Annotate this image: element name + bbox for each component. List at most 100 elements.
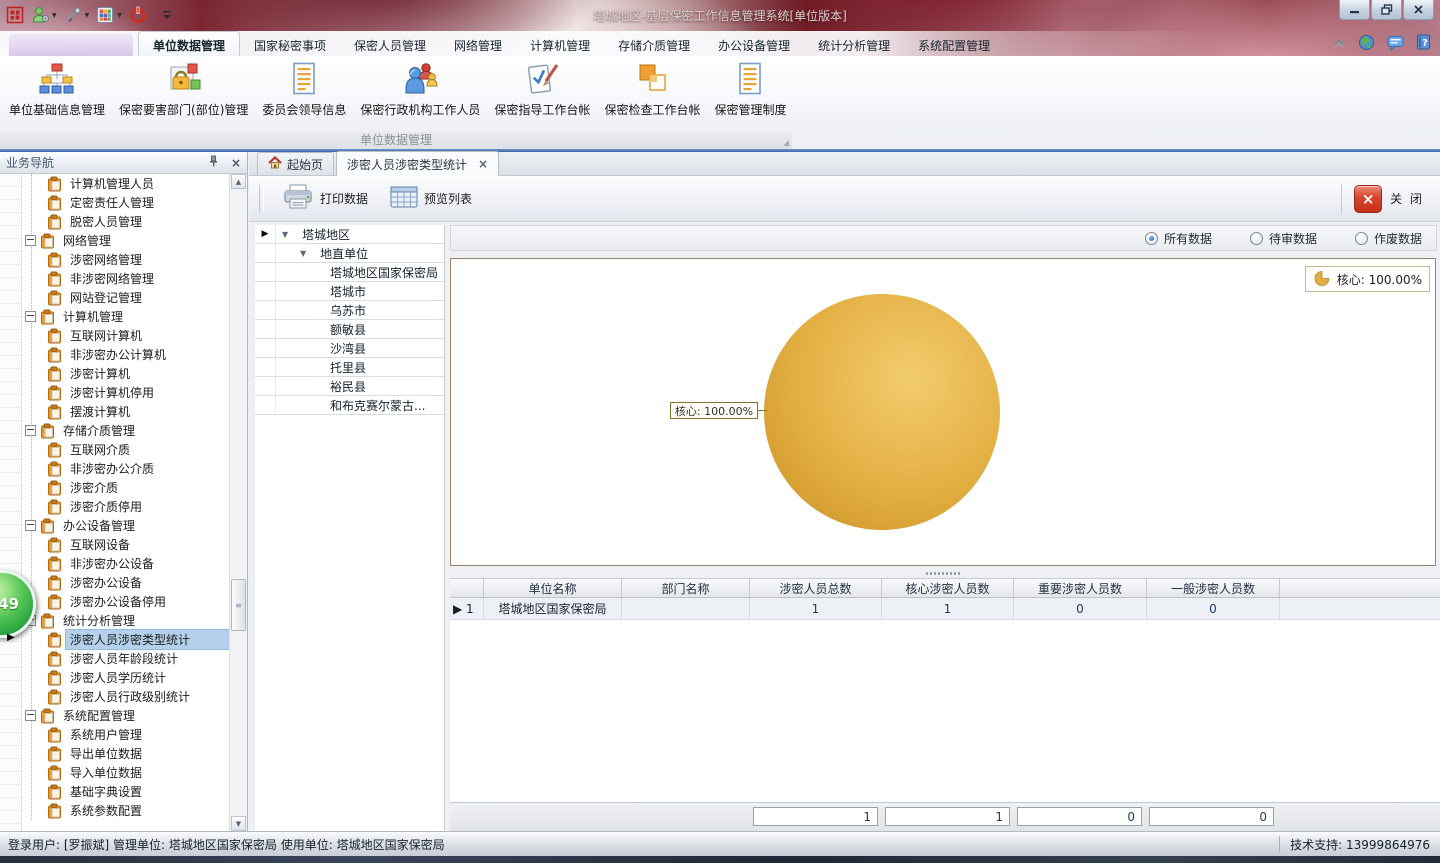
ribbon-tab[interactable]: 系统配置管理: [904, 31, 1004, 56]
ribbon-tab[interactable]: 网络管理: [440, 31, 516, 56]
ribbon-tab[interactable]: 单位数据管理: [138, 31, 240, 56]
nav-tree-item[interactable]: 导出单位数据: [22, 744, 230, 763]
collapse-icon[interactable]: [25, 235, 36, 246]
qat-overflow-icon[interactable]: [160, 9, 174, 21]
close-tab-label[interactable]: 关 闭: [1390, 190, 1424, 207]
scroll-down-icon[interactable]: ▼: [231, 816, 246, 831]
org-tree-row[interactable]: 沙湾县: [255, 339, 444, 358]
collapse-icon[interactable]: [25, 710, 36, 721]
nav-tree-item[interactable]: 涉密计算机: [22, 364, 230, 383]
close-panel-icon[interactable]: ×: [231, 156, 241, 170]
ribbon-button[interactable]: 保密管理制度: [707, 57, 793, 130]
org-tree-row[interactable]: 额敏县: [255, 320, 444, 339]
nav-tree-item[interactable]: 系统用户管理: [22, 725, 230, 744]
org-tree-row[interactable]: 乌苏市: [255, 301, 444, 320]
ribbon-tab[interactable]: 统计分析管理: [804, 31, 904, 56]
filter-radio-selected[interactable]: 所有数据: [1145, 230, 1212, 247]
scroll-up-icon[interactable]: ▲: [231, 174, 246, 189]
nav-tree-item[interactable]: 脱密人员管理: [22, 212, 230, 231]
grid-header-cell[interactable]: 单位名称: [484, 579, 622, 597]
ribbon-button[interactable]: 保密行政机构工作人员: [353, 57, 487, 130]
nav-tree-item[interactable]: 摆渡计算机: [22, 402, 230, 421]
nav-tree-item[interactable]: 存储介质管理: [22, 421, 230, 440]
grid-cell[interactable]: 塔城地区国家保密局: [484, 598, 622, 619]
grid-header-cell[interactable]: 涉密人员总数: [750, 579, 882, 597]
ribbon-tab[interactable]: 保密人员管理: [340, 31, 440, 56]
nav-tree-item[interactable]: 涉密网络管理: [22, 250, 230, 269]
application-menu-button[interactable]: [8, 33, 134, 57]
minimize-button[interactable]: [1339, 0, 1370, 20]
document-tab[interactable]: 起始页: [257, 152, 334, 175]
nav-tree-item[interactable]: 网站登记管理: [22, 288, 230, 307]
preview-list-button[interactable]: 预览列表: [382, 181, 480, 216]
nav-tree-item[interactable]: 办公设备管理: [22, 516, 230, 535]
org-tree-row[interactable]: 塔城地区国家保密局: [255, 263, 444, 282]
nav-tree-item[interactable]: 涉密人员学历统计: [22, 668, 230, 687]
nav-tree-item[interactable]: 定密责任人管理: [22, 193, 230, 212]
grid-cell[interactable]: 0: [1014, 598, 1147, 619]
nav-tree-item[interactable]: 网络管理: [22, 231, 230, 250]
filter-radio-option[interactable]: 待审数据: [1250, 230, 1317, 247]
tools-menu-icon[interactable]: ▼: [62, 5, 92, 25]
grid-header-cell[interactable]: 重要涉密人员数: [1014, 579, 1147, 597]
radio-icon[interactable]: [1355, 232, 1368, 245]
grid-cell[interactable]: 1: [882, 598, 1014, 619]
feedback-icon[interactable]: [1387, 35, 1404, 54]
help-icon[interactable]: ?: [1416, 34, 1432, 54]
nav-tree-item[interactable]: 涉密介质: [22, 478, 230, 497]
splitter-handle[interactable]: [450, 568, 1436, 578]
close-tab-icon[interactable]: ×: [478, 157, 488, 171]
nav-tree-item[interactable]: 涉密计算机停用: [22, 383, 230, 402]
scroll-thumb[interactable]: ≡: [231, 579, 246, 631]
collapse-icon[interactable]: [25, 425, 36, 436]
close-tab-button-icon[interactable]: ×: [1354, 185, 1382, 213]
collapse-ribbon-icon[interactable]: [1332, 37, 1346, 52]
ribbon-tab[interactable]: 存储介质管理: [604, 31, 704, 56]
nav-tree-item[interactable]: 互联网介质: [22, 440, 230, 459]
org-tree-row[interactable]: 和布克赛尔蒙古...: [255, 396, 444, 415]
document-tab[interactable]: 涉密人员涉密类型统计×: [336, 151, 499, 176]
grid-cell[interactable]: [622, 598, 750, 619]
nav-tree-item[interactable]: 导入单位数据: [22, 763, 230, 782]
org-tree-row[interactable]: ▶▼塔城地区: [255, 225, 444, 244]
ribbon-button[interactable]: 单位基础信息管理: [2, 57, 112, 130]
nav-tree-item[interactable]: 涉密人员涉密类型统计: [22, 630, 230, 649]
grid-cell[interactable]: 1: [750, 598, 882, 619]
nav-tree-item[interactable]: 非涉密网络管理: [22, 269, 230, 288]
ribbon-tab[interactable]: 办公设备管理: [704, 31, 804, 56]
nav-tree-item[interactable]: 非涉密办公设备: [22, 554, 230, 573]
org-tree-row[interactable]: 塔城市: [255, 282, 444, 301]
row-indicator-cell[interactable]: ▶ 1: [450, 598, 484, 619]
nav-tree-item[interactable]: 统计分析管理: [22, 611, 230, 630]
nav-tree-item[interactable]: 非涉密办公计算机: [22, 345, 230, 364]
nav-tree-item[interactable]: 互联网设备: [22, 535, 230, 554]
user-menu-icon[interactable]: ▼: [29, 5, 59, 25]
org-tree-row[interactable]: 托里县: [255, 358, 444, 377]
grid-cell[interactable]: 0: [1147, 598, 1280, 619]
ribbon-button[interactable]: 保密要害部门(部位)管理: [112, 57, 255, 130]
grid-header-cell[interactable]: 一般涉密人员数: [1147, 579, 1280, 597]
grid-indicator-header[interactable]: [450, 579, 484, 597]
org-tree-row[interactable]: ▼地直单位: [255, 244, 444, 263]
nav-tree-item[interactable]: 涉密人员行政级别统计: [22, 687, 230, 706]
nav-tree-item[interactable]: 涉密介质停用: [22, 497, 230, 516]
ribbon-button[interactable]: 保密检查工作台帐: [597, 57, 707, 130]
nav-tree-item[interactable]: 涉密办公设备: [22, 573, 230, 592]
ribbon-tab[interactable]: 计算机管理: [516, 31, 604, 56]
restore-button[interactable]: [1371, 0, 1402, 20]
radio-icon[interactable]: [1145, 232, 1158, 245]
nav-tree-item[interactable]: 系统参数配置: [22, 801, 230, 820]
nav-tree-item[interactable]: 系统配置管理: [22, 706, 230, 725]
nav-tree-item[interactable]: 基础字典设置: [22, 782, 230, 801]
nav-tree-item[interactable]: 涉密人员年龄段统计: [22, 649, 230, 668]
filter-radio-option[interactable]: 作废数据: [1355, 230, 1422, 247]
collapse-icon[interactable]: [25, 520, 36, 531]
palette-menu-icon[interactable]: ▼: [94, 5, 124, 25]
expand-arrow-icon[interactable]: ▼: [300, 249, 306, 258]
pie-slice[interactable]: [764, 294, 1000, 530]
nav-tree-item[interactable]: 计算机管理人员: [22, 174, 230, 193]
grid-header-cell[interactable]: 核心涉密人员数: [882, 579, 1014, 597]
app-seal-icon[interactable]: [4, 5, 26, 25]
radio-icon[interactable]: [1250, 232, 1263, 245]
expand-arrow-icon[interactable]: ▼: [282, 230, 288, 239]
